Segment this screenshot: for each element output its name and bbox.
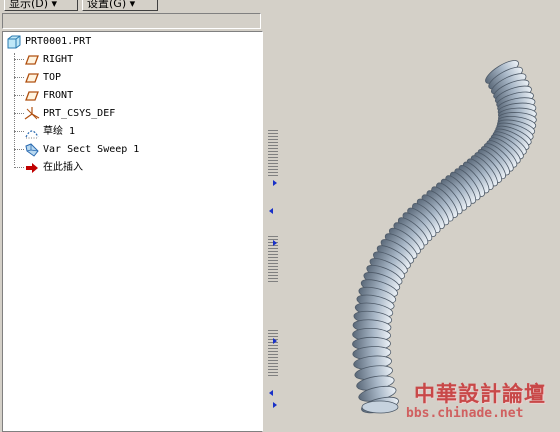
expand-arrow-icon[interactable]: [269, 208, 273, 214]
watermark-url: bbs.chinade.net: [406, 406, 524, 421]
settings-menu-button[interactable]: 设置(G) ▾: [82, 0, 158, 11]
tree-item-label: 在此插入: [43, 162, 83, 173]
tree-item-label: PRT0001.PRT: [25, 36, 92, 47]
model-tree: PRT0001.PRT RIGHT TOP FRONT PRT_CSYS_DEF…: [2, 31, 263, 432]
tree-filter-bar[interactable]: [2, 13, 261, 29]
corrugated-tube-model[interactable]: [282, 0, 560, 432]
tree-item-label: PRT_CSYS_DEF: [43, 108, 116, 119]
sketch-icon: [24, 124, 40, 140]
datum-plane-icon: [24, 88, 40, 104]
tree-connector: [14, 131, 24, 132]
tree-item-label: 草绘 1: [43, 126, 76, 137]
tree-connector: [14, 167, 24, 168]
model-tree-panel: 显示(D) ▾ 设置(G) ▾ PRT0001.PRT RIGHT TOP FR…: [0, 0, 268, 432]
tree-connector: [14, 95, 24, 96]
tree-item-label: RIGHT: [43, 54, 74, 65]
sweep-icon: [24, 142, 40, 158]
collapse-arrow-icon[interactable]: [273, 240, 277, 246]
collapse-arrow-icon[interactable]: [273, 338, 277, 344]
part-icon: [6, 34, 22, 50]
tree-connector: [14, 77, 24, 78]
splitter-grip[interactable]: [268, 130, 278, 178]
collapse-arrow-icon[interactable]: [273, 402, 277, 408]
tree-connector: [14, 149, 24, 150]
tube-end-cap: [361, 400, 399, 414]
tree-menu-bar: 显示(D) ▾ 设置(G) ▾: [0, 0, 268, 12]
coordinate-system-icon: [24, 106, 40, 122]
watermark-title: 中華設計論壇: [414, 381, 546, 406]
display-menu-button[interactable]: 显示(D) ▾: [4, 0, 78, 11]
expand-arrow-icon[interactable]: [269, 390, 273, 396]
tree-item-label: FRONT: [43, 90, 74, 101]
tree-connector: [14, 113, 24, 114]
watermark: 中華設計論壇 bbs.chinade.net: [404, 376, 552, 432]
tree-connector: [14, 59, 24, 60]
panel-splitter[interactable]: [264, 0, 282, 432]
collapse-arrow-icon[interactable]: [273, 180, 277, 186]
tree-item-label: Var Sect Sweep 1: [43, 144, 140, 155]
tree-item-label: TOP: [43, 72, 62, 83]
insert-here-arrow-icon: [24, 160, 40, 176]
datum-plane-icon: [24, 70, 40, 86]
datum-plane-icon: [24, 52, 40, 68]
graphics-viewport[interactable]: [282, 0, 560, 432]
